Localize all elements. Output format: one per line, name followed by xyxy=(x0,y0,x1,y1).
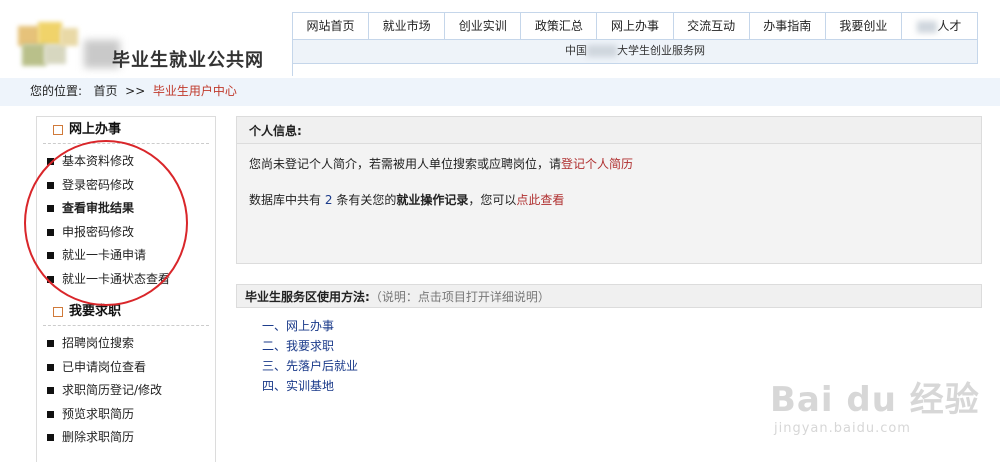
sidebar-item-card-status[interactable]: 就业一卡通状态查看 xyxy=(47,268,215,292)
nav-startup[interactable]: 我要创业 xyxy=(826,13,902,39)
bullet-icon xyxy=(47,340,54,347)
nav-startup-training[interactable]: 创业实训 xyxy=(445,13,522,39)
section-icon xyxy=(53,306,63,317)
breadcrumb-separator: >> xyxy=(125,84,146,98)
breadcrumb: 您的位置: 首页 >> 毕业生用户中心 xyxy=(0,78,1000,106)
nav-guide[interactable]: 办事指南 xyxy=(750,13,826,39)
bullet-icon xyxy=(47,181,54,189)
sidebar-item-resume-delete[interactable]: 删除求职简历 xyxy=(47,426,215,450)
breadcrumb-label: 您的位置: xyxy=(30,84,83,98)
bullet-icon xyxy=(47,387,54,394)
record-count: 2 xyxy=(324,193,333,207)
section-icon xyxy=(53,124,63,135)
nav-job-market[interactable]: 就业市场 xyxy=(369,13,446,39)
nav-interaction[interactable]: 交流互动 xyxy=(674,13,750,39)
breadcrumb-home[interactable]: 首页 xyxy=(94,84,118,98)
register-resume-link[interactable]: 登记个人简历 xyxy=(561,157,633,171)
records-notice: 数据库中共有 2 条有关您的就业操作记录，您可以点此查看 xyxy=(249,193,565,207)
bullet-icon xyxy=(47,363,54,371)
nav-home[interactable]: 网站首页 xyxy=(293,13,370,39)
sidebar-section-online-service: 网上办事 xyxy=(43,117,209,144)
sub-nav-link[interactable]: 中国 大学生创业服务网 xyxy=(292,40,978,64)
nav-online-service[interactable]: 网上办事 xyxy=(597,13,674,39)
sidebar-item-resume-edit[interactable]: 求职简历登记/修改 xyxy=(47,379,215,403)
header: 毕业生就业公共网 网站首页 就业市场 创业实训 政策汇总 网上办事 交流互动 办… xyxy=(0,0,1000,78)
sidebar-item-job-search[interactable]: 招聘岗位搜索 xyxy=(47,332,215,356)
bullet-icon xyxy=(47,434,54,441)
sidebar-item-resume-preview[interactable]: 预览求职简历 xyxy=(47,403,215,427)
nav-policy[interactable]: 政策汇总 xyxy=(521,13,598,39)
usage-header: 毕业生服务区使用方法:（说明：点击项目打开详细说明） xyxy=(236,284,982,308)
panel-title: 个人信息: xyxy=(236,116,982,144)
main-content: 个人信息: 您尚未登记个人简介，若需被用人单位搜索或应聘岗位，请登记个人简历 数… xyxy=(236,116,982,462)
bullet-icon xyxy=(47,205,54,212)
nav-talent[interactable]: 人才 xyxy=(902,13,977,39)
usage-item-training-base[interactable]: 四、实训基地 xyxy=(262,376,982,396)
usage-item-online-service[interactable]: 一、网上办事 xyxy=(262,316,982,336)
bullet-icon xyxy=(47,158,54,165)
top-nav: 网站首页 就业市场 创业实训 政策汇总 网上办事 交流互动 办事指南 我要创业 … xyxy=(292,12,978,40)
sidebar-item-change-report-password[interactable]: 申报密码修改 xyxy=(47,221,215,245)
sidebar-item-applied-jobs[interactable]: 已申请岗位查看 xyxy=(47,356,215,380)
usage-item-settle-first[interactable]: 三、先落户后就业 xyxy=(262,356,982,376)
resume-notice: 您尚未登记个人简介，若需被用人单位搜索或应聘岗位，请登记个人简历 xyxy=(249,157,634,171)
usage-item-job-seeking[interactable]: 二、我要求职 xyxy=(262,336,982,356)
personal-info-panel: 您尚未登记个人简介，若需被用人单位搜索或应聘岗位，请登记个人简历 数据库中共有 … xyxy=(236,144,982,264)
bullet-icon xyxy=(47,275,54,283)
sidebar-item-edit-profile[interactable]: 基本资料修改 xyxy=(47,150,215,174)
site-name: 毕业生就业公共网 xyxy=(112,50,264,71)
bullet-icon xyxy=(47,410,54,418)
sidebar-item-change-login-password[interactable]: 登录密码修改 xyxy=(47,174,215,198)
bullet-icon xyxy=(47,252,54,259)
view-records-link[interactable]: 点此查看 xyxy=(516,193,564,207)
breadcrumb-current: 毕业生用户中心 xyxy=(152,84,237,98)
sidebar-section-job-seeking: 我要求职 xyxy=(43,299,209,326)
bullet-icon xyxy=(47,228,54,236)
blurred-region xyxy=(587,45,617,57)
sidebar-item-approval-results[interactable]: 查看审批结果 xyxy=(47,197,215,221)
sidebar: 网上办事 基本资料修改 登录密码修改 查看审批结果 申报密码修改 就业一卡通申请… xyxy=(36,116,216,462)
sidebar-item-card-apply[interactable]: 就业一卡通申请 xyxy=(47,244,215,268)
usage-list: 一、网上办事 二、我要求职 三、先落户后就业 四、实训基地 xyxy=(262,316,982,396)
